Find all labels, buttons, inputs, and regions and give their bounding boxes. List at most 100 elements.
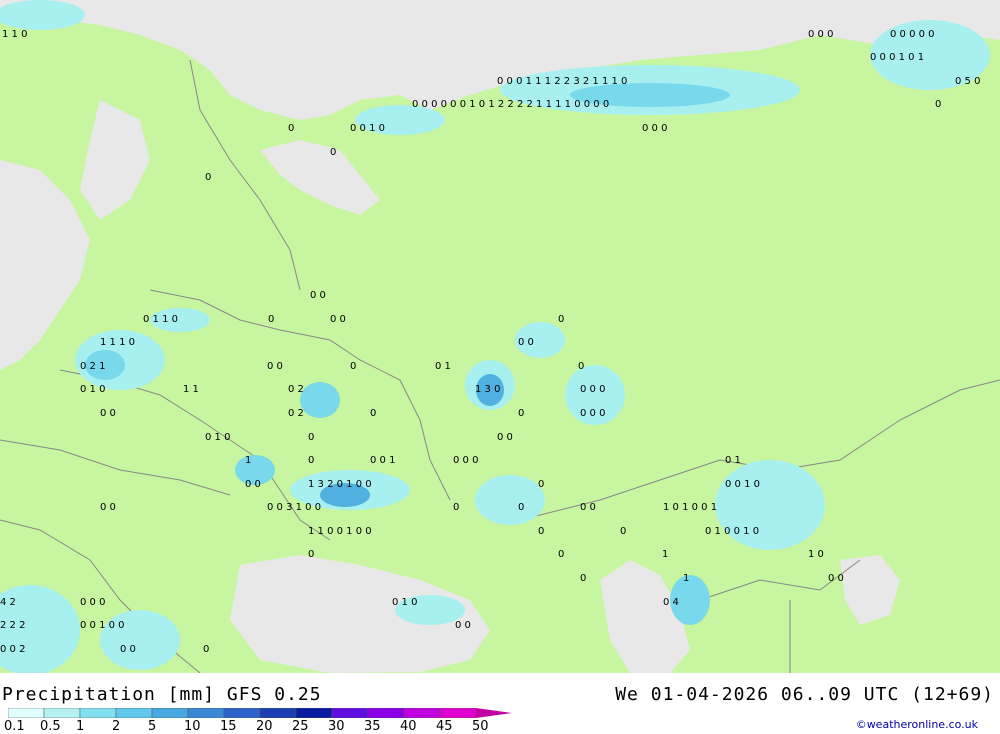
legend-swatch: [223, 708, 261, 718]
legend-label: 10: [184, 719, 201, 734]
grid-value: 0: [558, 549, 564, 560]
grid-value: 0 0: [100, 408, 116, 419]
grid-value: 1 1 0: [2, 29, 27, 40]
grid-value: 0 0 0 0 0 0 1 0 1 2 2 2 2 1 1 1 1 0 0 0 …: [412, 99, 609, 110]
grid-value: 1 1: [183, 384, 199, 395]
legend-label: 40: [400, 719, 417, 734]
grid-value: 0: [935, 99, 941, 110]
grid-value: 0: [370, 408, 376, 419]
grid-value: 0 0: [580, 502, 596, 513]
grid-value: 0: [308, 455, 314, 466]
grid-value: 0 4: [663, 597, 679, 608]
legend-swatch: [295, 708, 333, 718]
grid-value: 1: [683, 573, 689, 584]
legend-label: 50: [472, 719, 489, 734]
grid-value: 0 0: [310, 290, 326, 301]
legend-swatch: [79, 708, 117, 718]
grid-value: 1 1 1 0: [100, 337, 135, 348]
grid-value: 0 1 0: [392, 597, 417, 608]
grid-value: 1 0: [808, 549, 824, 560]
grid-value: 0 0: [330, 314, 346, 325]
legend-arrow: [476, 708, 512, 718]
legend-swatch: [151, 708, 189, 718]
grid-value: 1 3 2 0 1 0 0: [308, 479, 372, 490]
grid-value: 0 0 0: [642, 123, 667, 134]
grid-value: 0 2 1: [80, 361, 105, 372]
grid-value: 0: [558, 314, 564, 325]
grid-value: 1: [245, 455, 251, 466]
grid-value: 0: [620, 526, 626, 537]
grid-value: 0 1 1 0: [143, 314, 178, 325]
forecast-datetime: We 01-04-2026 06..09 UTC (12+69): [615, 684, 994, 705]
legend-swatch: [8, 708, 45, 718]
legend-label: 5: [148, 719, 157, 734]
grid-value: 0: [308, 432, 314, 443]
grid-value: 0 0 0: [80, 597, 105, 608]
grid-value: 0 0: [100, 502, 116, 513]
map-footer: Precipitation [mm] GFS 0.25 We 01-04-202…: [0, 673, 1000, 734]
grid-value: 0: [205, 172, 211, 183]
grid-value: 0 1: [725, 455, 741, 466]
grid-value: 0 0 0 1 1 1 2 2 3 2 1 1 1 0: [497, 76, 627, 87]
grid-value: 0 0: [245, 479, 261, 490]
grid-value: 0 2: [288, 384, 304, 395]
legend-label: 1: [76, 719, 85, 734]
legend-label: 30: [328, 719, 345, 734]
grid-value: 0 0 1 0 0: [80, 620, 125, 631]
grid-value: 0 1 0 0 1 0: [705, 526, 759, 537]
legend-swatch: [187, 708, 225, 718]
grid-value: 4 2: [0, 597, 16, 608]
grid-value: 0: [538, 479, 544, 490]
legend-swatch: [439, 708, 477, 718]
legend-label: 20: [256, 719, 273, 734]
grid-value: 0 0: [828, 573, 844, 584]
grid-value: 1 1 0 0 1 0 0: [308, 526, 372, 537]
grid-value: 2 2 2: [0, 620, 25, 631]
legend-swatch: [367, 708, 405, 718]
precip-legend-bar: [8, 708, 512, 718]
grid-value: 0 2: [288, 408, 304, 419]
grid-value: 0: [288, 123, 294, 134]
grid-value: 0 0 1 0: [725, 479, 760, 490]
grid-value: 0 0 0: [580, 384, 605, 395]
legend-swatch: [403, 708, 441, 718]
grid-value: 0 0 0: [580, 408, 605, 419]
grid-value: 0 0 0 0 0: [890, 29, 935, 40]
grid-value: 0: [350, 361, 356, 372]
grid-value: 0: [580, 573, 586, 584]
grid-value: 0 0: [455, 620, 471, 631]
legend-swatch: [331, 708, 369, 718]
legend-label: 25: [292, 719, 309, 734]
grid-value: 0 0 0 1 0 1: [870, 52, 924, 63]
grid-value: 0 0 0: [808, 29, 833, 40]
map-title: Precipitation [mm] GFS 0.25: [2, 684, 322, 705]
legend-label: 0.1: [4, 719, 25, 734]
grid-value: 0 0 0: [453, 455, 478, 466]
grid-value: 0 1 0: [205, 432, 230, 443]
grid-value: 0: [518, 502, 524, 513]
legend-label: 0.5: [40, 719, 61, 734]
grid-value: 0 1 0: [80, 384, 105, 395]
grid-value: 0 1: [435, 361, 451, 372]
legend-swatch: [259, 708, 297, 718]
legend-label: 2: [112, 719, 121, 734]
credit-link[interactable]: ©weatheronline.co.uk: [856, 718, 978, 731]
grid-value: 0: [538, 526, 544, 537]
grid-value: 0: [453, 502, 459, 513]
legend-label: 35: [364, 719, 381, 734]
grid-value: 1 0 1 0 0 1: [663, 502, 717, 513]
grid-value: 0 0 2: [0, 644, 25, 655]
grid-value: 0 0 3 1 0 0: [267, 502, 321, 513]
grid-value: 0: [330, 147, 336, 158]
grid-value: 0: [308, 549, 314, 560]
grid-value: 0: [518, 408, 524, 419]
grid-value: 1 3 0: [475, 384, 500, 395]
precipitation-map: 1 1 0 0 0 0 1 1 1 2 2 3 2 1 1 1 0 0 0 0 …: [0, 0, 1000, 673]
grid-value: 0 0 1 0: [350, 123, 385, 134]
grid-value: 1: [662, 549, 668, 560]
grid-value: 0 0: [497, 432, 513, 443]
grid-value: 0 0: [120, 644, 136, 655]
legend-swatch: [115, 708, 153, 718]
grid-value: 0: [578, 361, 584, 372]
grid-value: 0 0: [267, 361, 283, 372]
